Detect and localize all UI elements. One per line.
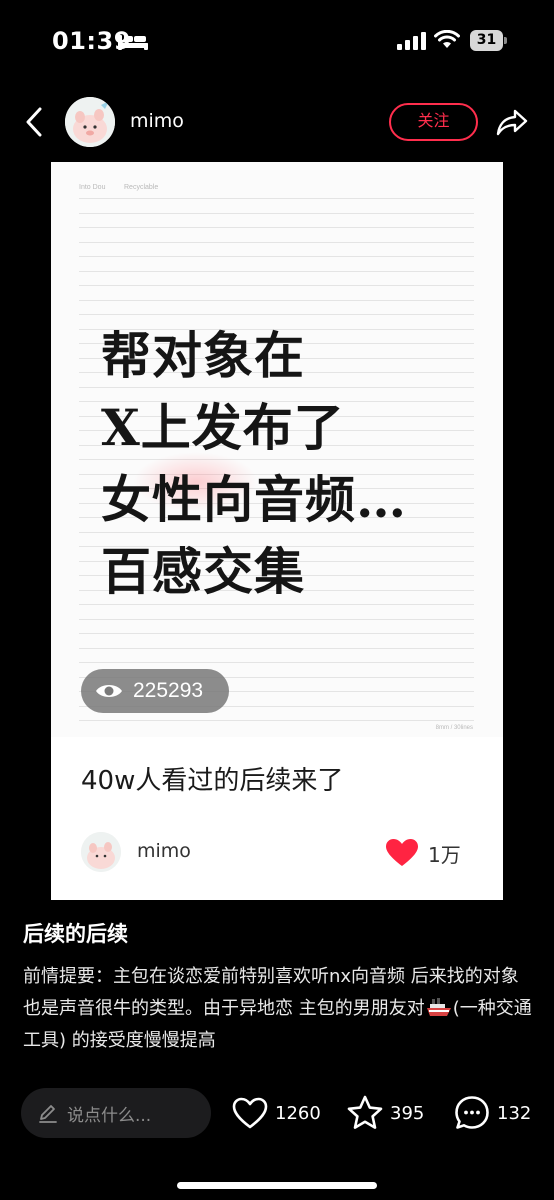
paper-rule-line — [79, 314, 474, 315]
paper-rule-line — [79, 270, 474, 272]
card-author-avatar — [81, 832, 121, 872]
view-count: 225293 — [133, 679, 204, 702]
headline-line: 女性向音频… — [101, 470, 407, 529]
headline-line: 帮对象在 — [101, 326, 305, 385]
paper-rule-line — [79, 198, 474, 199]
comment-placeholder: 说点什么... — [67, 1105, 152, 1126]
wifi-icon — [434, 30, 460, 48]
heart-outline-icon — [232, 1097, 268, 1129]
comment-input[interactable]: 说点什么... — [21, 1088, 211, 1138]
like-count: 1260 — [275, 1102, 321, 1124]
post-body: 前情提要：主包在谈恋爱前特别喜欢听nx向音频 后来找的对象也是声音很牛的类型。由… — [23, 961, 535, 1057]
heart-icon — [386, 839, 418, 866]
comment-count: 132 — [497, 1102, 532, 1124]
card-title: 40w人看过的后续来了 — [81, 766, 344, 796]
headline-line: X上发布了 — [101, 398, 345, 457]
bottom-action-bar: 说点什么... 1260 395 132 — [0, 1074, 554, 1200]
post-title: 后续的后续 — [23, 922, 128, 946]
author-avatar[interactable] — [65, 97, 115, 147]
paper-rule-line — [79, 299, 474, 301]
paper-rule-line — [79, 227, 474, 228]
author-username[interactable]: mimo — [130, 110, 184, 132]
comment-button[interactable]: 132 — [453, 1092, 531, 1134]
post-image[interactable]: Into Dou Recyclable 帮对象在 X上发布了 女性向音频… 百感… — [51, 162, 503, 900]
lined-paper-background: Into Dou Recyclable 帮对象在 X上发布了 女性向音频… 百感… — [51, 162, 503, 737]
paper-rule-line — [79, 256, 474, 257]
paper-right-label: Recyclable — [124, 184, 159, 191]
ship-emoji-icon — [426, 998, 451, 1016]
paper-left-label: Into Dou — [79, 184, 106, 191]
battery-level: 31 — [470, 30, 503, 51]
status-bar: 01:39 31 — [0, 0, 554, 80]
paper-rule-line — [79, 212, 474, 214]
image-headline: 帮对象在 X上发布了 女性向音频… 百感交集 — [101, 320, 481, 608]
pencil-icon — [39, 1105, 57, 1123]
paper-rule-line — [79, 285, 474, 286]
sleep-bed-icon — [118, 35, 148, 50]
home-indicator[interactable] — [177, 1182, 377, 1189]
paper-rule-line — [79, 633, 474, 634]
post-header: mimo 关注 — [0, 88, 554, 160]
battery-icon: 31 — [470, 30, 508, 51]
comment-bubble-icon — [455, 1096, 489, 1129]
paper-rule-line — [79, 618, 474, 620]
paper-footer-label: 8mm / 30lines — [435, 725, 473, 731]
view-count-badge: 225293 — [81, 669, 229, 713]
follow-button[interactable]: 关注 — [389, 103, 478, 141]
cellular-signal-icon — [397, 32, 426, 50]
paper-rule-line — [79, 720, 474, 721]
avatar-illustration — [81, 832, 121, 872]
paper-rule-line — [79, 241, 474, 243]
share-icon[interactable] — [495, 105, 529, 139]
like-button[interactable]: 1260 — [231, 1092, 321, 1134]
card-like-count: 1万 — [428, 843, 461, 867]
star-icon — [347, 1095, 383, 1129]
back-chevron-icon[interactable] — [18, 104, 52, 140]
favorite-count: 395 — [390, 1102, 425, 1124]
avatar-illustration — [65, 97, 115, 147]
favorite-button[interactable]: 395 — [346, 1092, 424, 1134]
card-author-name: mimo — [137, 840, 191, 862]
eye-icon — [96, 685, 122, 697]
paper-rule-line — [79, 662, 474, 663]
headline-line: 百感交集 — [101, 542, 305, 601]
paper-rule-line — [79, 647, 474, 649]
